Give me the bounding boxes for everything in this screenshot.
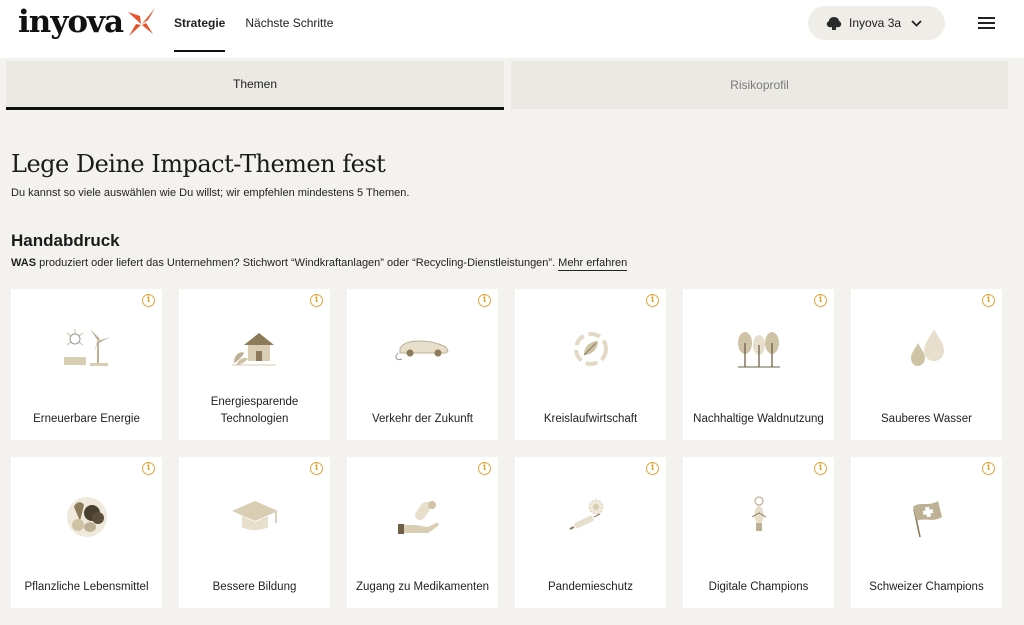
nav-naechste-schritte[interactable]: Nächste Schritte bbox=[245, 0, 333, 52]
tab-risikoprofil[interactable]: Risikoprofil bbox=[511, 61, 1008, 109]
card-label: Zugang zu Medikamenten bbox=[356, 581, 489, 593]
top-header: inyova Strategie Nächste Schritte Inyova… bbox=[0, 0, 1024, 58]
main-nav: Strategie Nächste Schritte bbox=[174, 0, 353, 52]
tree-icon bbox=[826, 16, 842, 30]
chevron-down-icon bbox=[911, 19, 922, 27]
electric-car-icon bbox=[395, 340, 449, 360]
syringe-virus-icon bbox=[569, 499, 604, 530]
theme-card-erneuerbare-energie[interactable]: i Erneuerbare Energie bbox=[11, 289, 162, 440]
trees-icon bbox=[738, 332, 780, 368]
recycling-leaf-icon bbox=[574, 332, 608, 366]
theme-card-schweizer-champions[interactable]: i Schweizer Champions bbox=[851, 457, 1002, 608]
info-icon[interactable]: i bbox=[814, 294, 827, 307]
card-label: Energiesparende Technologien bbox=[210, 396, 299, 425]
info-icon[interactable]: i bbox=[646, 294, 659, 307]
section-desc-bold: WAS bbox=[11, 257, 37, 269]
energy-saving-house-icon bbox=[232, 333, 276, 366]
nav-strategie[interactable]: Strategie bbox=[174, 0, 226, 52]
card-label: Verkehr der Zukunft bbox=[372, 413, 473, 425]
mehr-erfahren-link[interactable]: Mehr erfahren bbox=[558, 257, 628, 271]
page-subtitle: Du kannst so viele auswählen wie Du will… bbox=[11, 187, 410, 199]
theme-card-zugang-zu-medikamenten[interactable]: i Zugang zu Medikamenten bbox=[347, 457, 498, 608]
card-label: Schweizer Champions bbox=[869, 581, 984, 593]
vegetables-icon bbox=[67, 497, 107, 537]
water-drops-icon bbox=[911, 329, 944, 366]
account-selector[interactable]: Inyova 3a bbox=[808, 6, 945, 40]
renewable-energy-icon bbox=[64, 329, 110, 366]
medicine-hand-icon bbox=[398, 501, 439, 534]
info-icon[interactable]: i bbox=[982, 462, 995, 475]
section-desc-text: produziert oder liefert das Unternehmen?… bbox=[36, 257, 556, 269]
theme-card-bessere-bildung[interactable]: i Bessere Bildung bbox=[179, 457, 330, 608]
logo-mark-icon bbox=[128, 8, 156, 36]
tab-themen[interactable]: Themen bbox=[6, 61, 504, 110]
info-icon[interactable]: i bbox=[142, 294, 155, 307]
theme-card-kreislaufwirtschaft[interactable]: i Kreislaufwirtschaft bbox=[515, 289, 666, 440]
section-title: Handabdruck bbox=[11, 231, 120, 250]
card-label: Pflanzliche Lebensmittel bbox=[24, 581, 149, 593]
page-title: Lege Deine Impact-Themen fest bbox=[11, 150, 386, 178]
info-icon[interactable]: i bbox=[814, 462, 827, 475]
info-icon[interactable]: i bbox=[982, 294, 995, 307]
info-icon[interactable]: i bbox=[478, 462, 491, 475]
card-label: Nachhaltige Waldnutzung bbox=[693, 413, 824, 425]
info-icon[interactable]: i bbox=[646, 462, 659, 475]
theme-card-digitale-champions[interactable]: i Digitale Champions bbox=[683, 457, 834, 608]
section-description: WAS produziert oder liefert das Unterneh… bbox=[11, 257, 628, 271]
info-icon[interactable]: i bbox=[142, 462, 155, 475]
graduation-cap-icon bbox=[232, 501, 278, 530]
theme-card-sauberes-wasser[interactable]: i Sauberes Wasser bbox=[851, 289, 1002, 440]
card-label: Pandemieschutz bbox=[547, 581, 634, 593]
info-icon[interactable]: i bbox=[310, 294, 323, 307]
swiss-flag-icon bbox=[913, 501, 942, 538]
logo-text: inyova bbox=[18, 4, 124, 40]
theme-card-energiesparende-technologien[interactable]: i Energiesparende Technologien bbox=[179, 289, 330, 440]
theme-card-pandemieschutz[interactable]: i Pandemieschutz bbox=[515, 457, 666, 608]
account-label: Inyova 3a bbox=[849, 16, 902, 30]
card-label: Bessere Bildung bbox=[212, 581, 297, 593]
card-label: Kreislaufwirtschaft bbox=[543, 413, 638, 425]
light-bulb-icon bbox=[751, 496, 767, 531]
card-label: Digitale Champions bbox=[708, 581, 809, 593]
card-label: Erneuerbare Energie bbox=[33, 413, 140, 425]
card-label: Sauberes Wasser bbox=[881, 413, 972, 425]
inyova-logo[interactable]: inyova bbox=[18, 4, 158, 40]
theme-card-nachhaltige-waldnutzung[interactable]: i Nachhaltige Waldnutzung bbox=[683, 289, 834, 440]
theme-card-verkehr-der-zukunft[interactable]: i Verkehr der Zukunft bbox=[347, 289, 498, 440]
info-icon[interactable]: i bbox=[310, 462, 323, 475]
theme-card-pflanzliche-lebensmittel[interactable]: i Pflanzliche Lebensmittel bbox=[11, 457, 162, 608]
info-icon[interactable]: i bbox=[478, 294, 491, 307]
hamburger-menu-icon[interactable] bbox=[977, 15, 997, 31]
